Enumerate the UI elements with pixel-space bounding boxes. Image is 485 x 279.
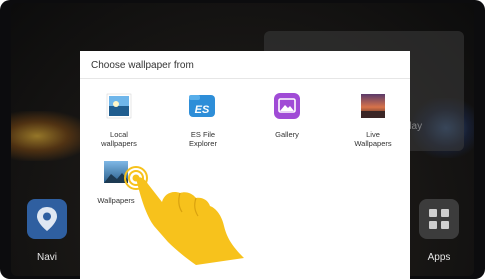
option-label-es-file-explorer: ES File Explorer — [189, 130, 217, 148]
option-gallery[interactable]: Gallery — [252, 91, 322, 153]
svg-text:ES: ES — [195, 104, 210, 116]
wallpaper-glow-left — [11, 111, 91, 161]
navi-label: Navi — [36, 252, 57, 263]
option-live-wallpapers[interactable]: Live Wallpapers — [338, 91, 408, 153]
local-wallpapers-icon — [106, 93, 132, 119]
dialog-title: Choose wallpaper from — [91, 60, 194, 71]
tap-hand-icon — [124, 166, 244, 265]
es-file-explorer-icon: ES — [189, 95, 215, 117]
device-frame: day Navi Apps Choose wallpaper from Loca… — [0, 0, 485, 279]
dialog-divider — [80, 78, 410, 79]
option-local-wallpapers[interactable]: Local wallpapers — [80, 91, 160, 153]
option-label-local-wallpapers: Local wallpapers — [101, 130, 137, 148]
option-label-gallery: Gallery — [275, 130, 299, 139]
navi-app-icon[interactable] — [27, 199, 67, 239]
option-es-file-explorer[interactable]: ES ES File Explorer — [168, 91, 238, 153]
gallery-icon — [274, 93, 300, 119]
option-label-live-wallpapers: Live Wallpapers — [354, 130, 392, 148]
apps-label: Apps — [427, 252, 451, 263]
live-wallpapers-icon — [361, 94, 385, 118]
apps-drawer-button[interactable] — [419, 199, 459, 239]
map-pin-icon — [37, 207, 57, 231]
grid-icon — [429, 209, 449, 229]
